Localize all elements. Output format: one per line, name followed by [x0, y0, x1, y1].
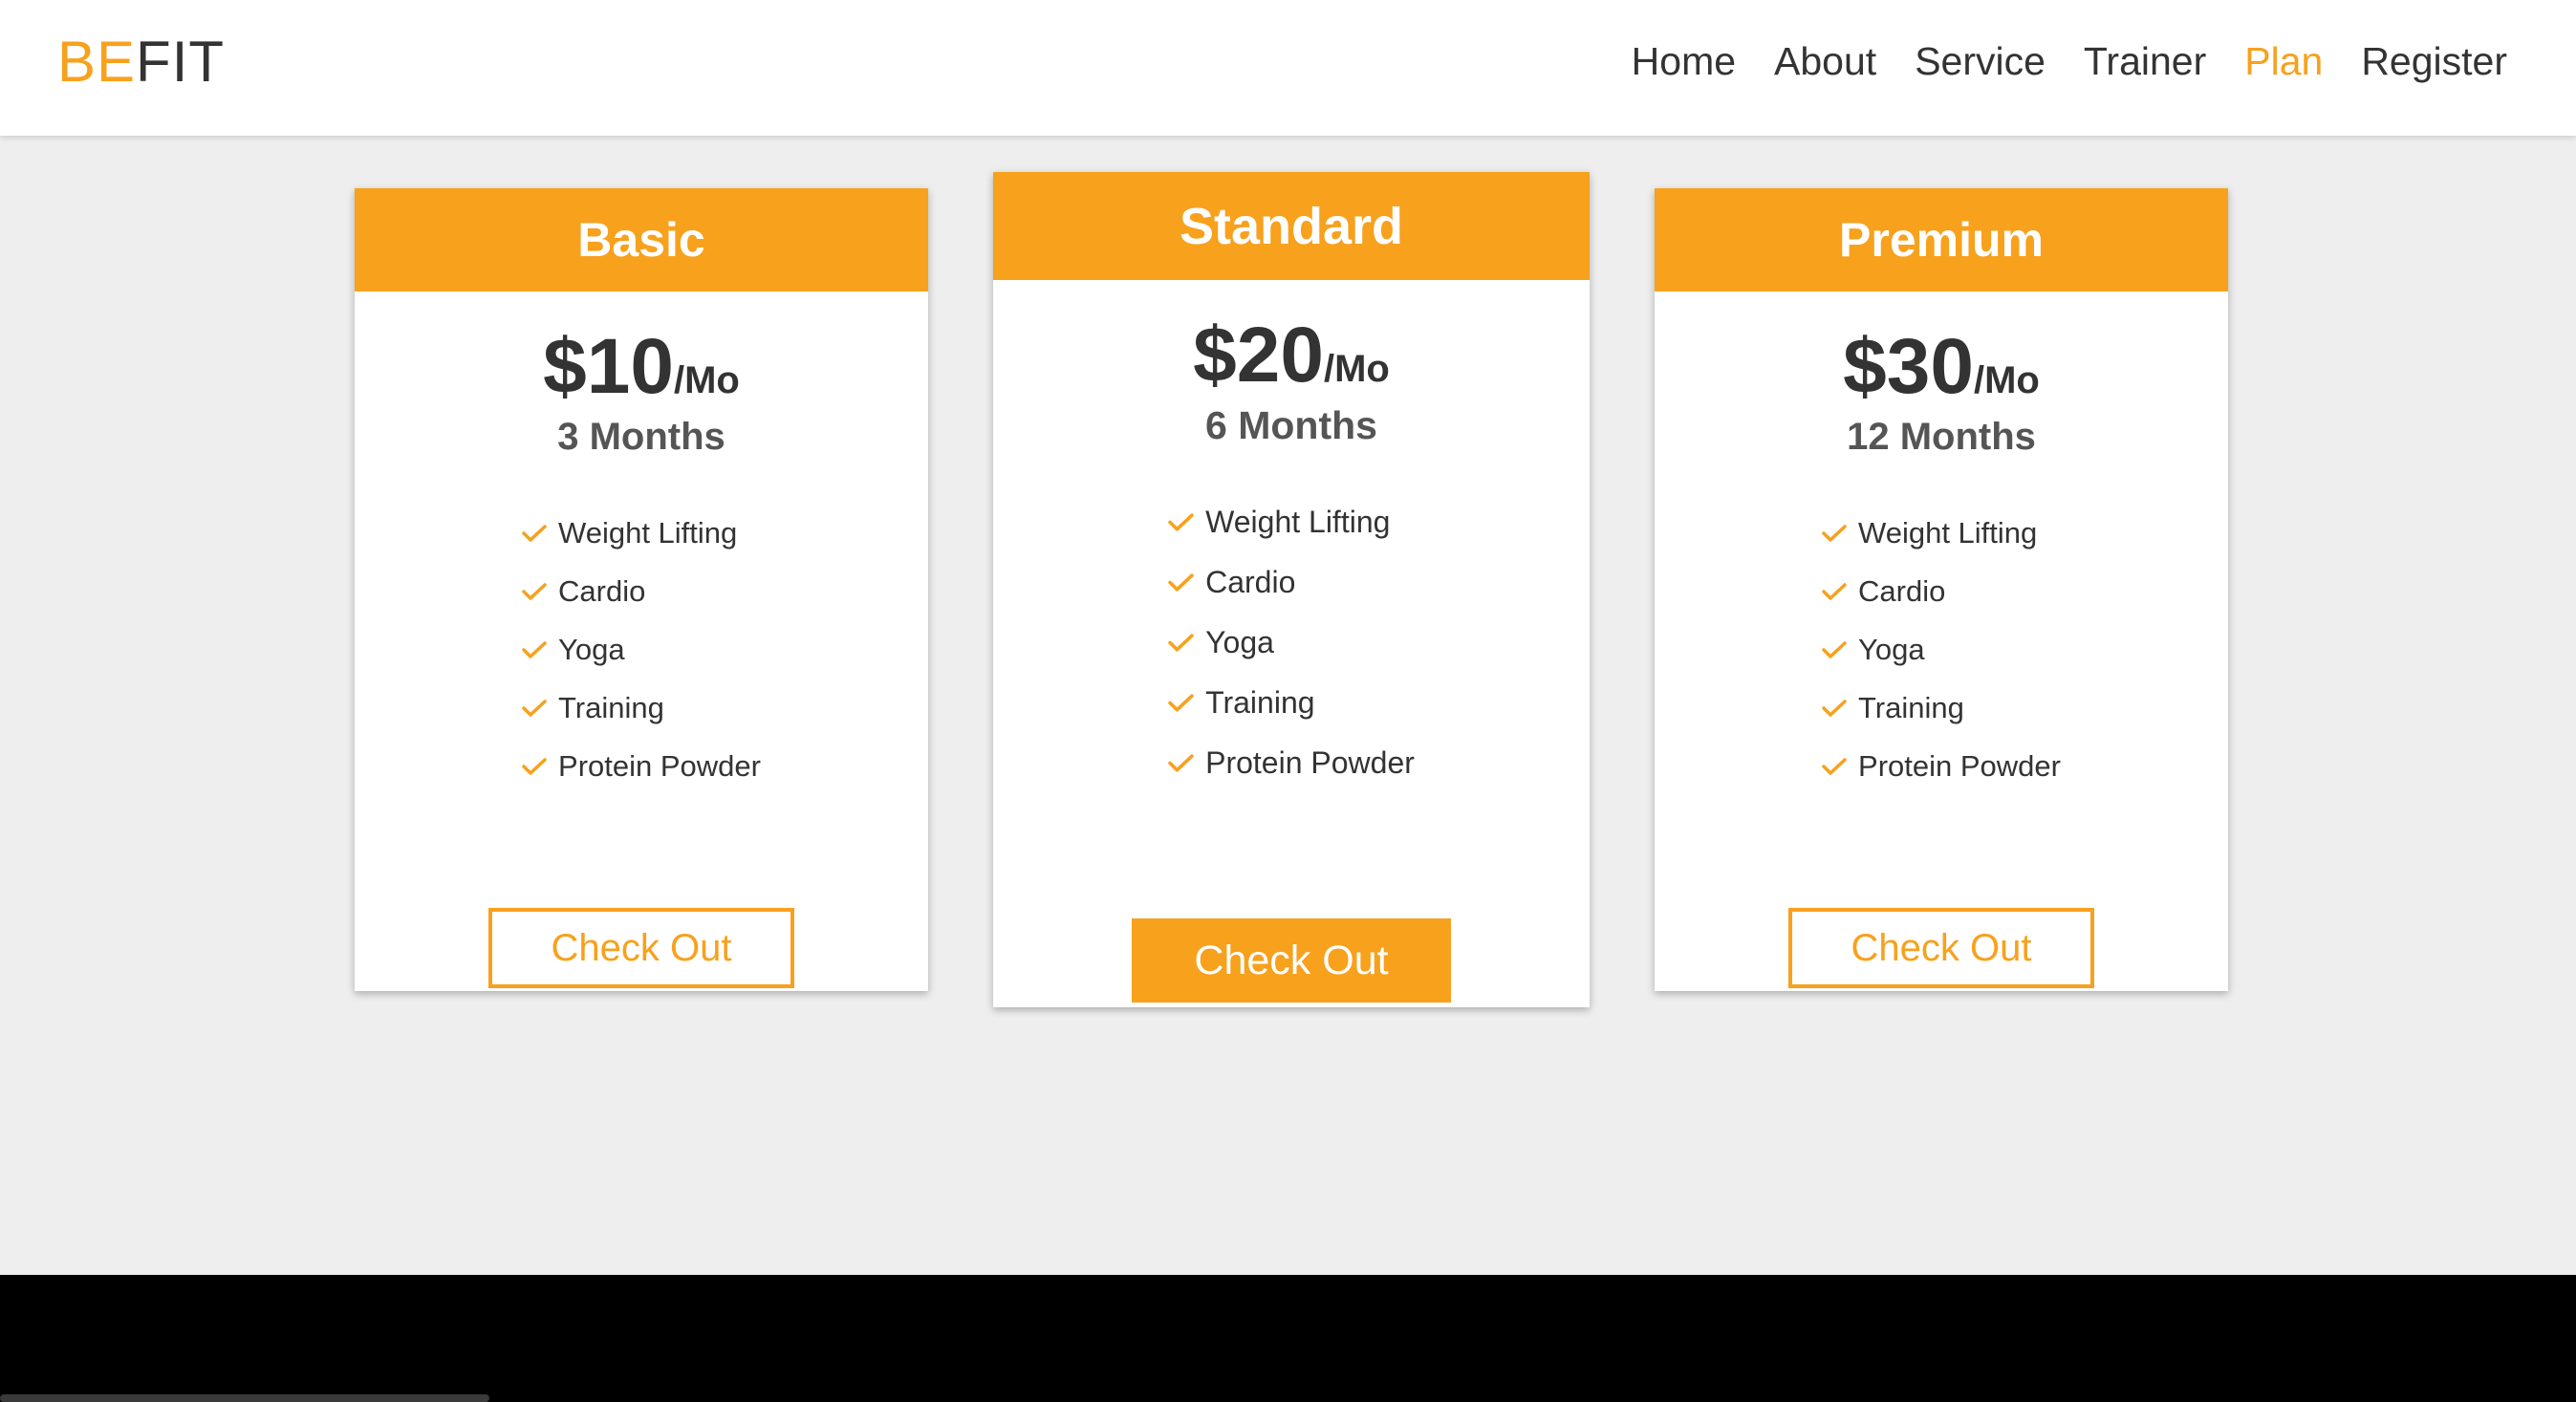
checkout-button-standard[interactable]: Check Out [1132, 918, 1451, 1003]
feature-item: Weight Lifting [1822, 504, 2061, 562]
plan-title: Basic [355, 188, 928, 291]
check-icon [1822, 640, 1847, 659]
check-icon [522, 640, 547, 659]
brand-logo[interactable]: BEFIT [57, 29, 225, 96]
feature-item: Yoga [522, 620, 761, 679]
feature-label: Training [1205, 685, 1315, 720]
feature-item: Cardio [1822, 562, 2061, 620]
price-period: /Mo [1973, 359, 2040, 401]
site-footer [0, 1275, 2576, 1402]
check-icon [522, 524, 547, 543]
feature-list-wrap: Weight Lifting Cardio Yoga Training Prot… [993, 492, 1590, 793]
plan-card-premium: Premium $30 /Mo 12 Months Weight Lifting… [1655, 188, 2228, 991]
check-icon [1168, 512, 1194, 532]
feature-list-wrap: Weight Lifting Cardio Yoga Training Prot… [1655, 504, 2228, 795]
feature-label: Training [1858, 690, 1964, 724]
plan-price: $30 [1843, 323, 1974, 410]
feature-item: Protein Powder [522, 737, 761, 795]
feature-item: Yoga [1168, 613, 1415, 673]
check-icon [1168, 572, 1194, 593]
nav-trainer[interactable]: Trainer [2084, 34, 2206, 88]
site-header: BEFIT Home About Service Trainer Plan Re… [0, 0, 2576, 136]
plan-price: $20 [1193, 312, 1324, 399]
feature-label: Yoga [1858, 632, 1925, 666]
check-icon [1822, 757, 1847, 776]
feature-item: Training [1822, 679, 2061, 737]
feature-item: Protein Powder [1822, 737, 2061, 795]
feature-list-wrap: Weight Lifting Cardio Yoga Training Prot… [355, 504, 928, 795]
pricing-section: Basic $10 /Mo 3 Months Weight Lifting Ca… [0, 136, 2576, 1275]
price-period: /Mo [673, 359, 740, 401]
price-period: /Mo [1323, 348, 1390, 390]
price-line: $30 /Mo [1655, 324, 2228, 410]
plan-title: Premium [1655, 188, 2228, 291]
feature-item: Weight Lifting [1168, 492, 1415, 552]
check-icon [1168, 633, 1194, 653]
plan-duration: 6 Months [1205, 403, 1377, 447]
feature-item: Cardio [1168, 552, 1415, 613]
logo-rest: FIT [136, 30, 226, 94]
check-icon [522, 582, 547, 601]
plan-card-basic: Basic $10 /Mo 3 Months Weight Lifting Ca… [355, 188, 928, 991]
feature-item: Yoga [1822, 620, 2061, 679]
nav-plan[interactable]: Plan [2244, 34, 2323, 88]
check-icon [1822, 582, 1847, 601]
checkout-button-premium[interactable]: Check Out [1788, 908, 2094, 988]
check-icon [1822, 699, 1847, 718]
feature-list: Weight Lifting Cardio Yoga Training Prot… [1168, 492, 1415, 793]
nav-service[interactable]: Service [1915, 34, 2046, 88]
horizontal-scrollbar[interactable] [0, 1394, 489, 1402]
feature-label: Cardio [1858, 573, 1946, 608]
feature-label: Cardio [1205, 565, 1296, 599]
feature-item: Cardio [522, 562, 761, 620]
plan-price: $10 [543, 323, 674, 410]
feature-list: Weight Lifting Cardio Yoga Training Prot… [1822, 504, 2061, 795]
plan-duration: 12 Months [1847, 416, 2036, 458]
feature-label: Protein Powder [1205, 745, 1415, 780]
main-nav: Home About Service Trainer Plan Register [1632, 34, 2507, 88]
feature-label: Yoga [1205, 625, 1274, 659]
checkout-button-basic[interactable]: Check Out [488, 908, 794, 988]
feature-item: Training [1168, 673, 1415, 733]
feature-label: Weight Lifting [558, 515, 738, 550]
feature-label: Protein Powder [558, 748, 761, 783]
feature-label: Protein Powder [1858, 748, 2061, 783]
logo-accent: BE [57, 30, 137, 94]
nav-register[interactable]: Register [2361, 34, 2507, 88]
check-icon [1822, 524, 1847, 543]
check-icon [1168, 753, 1194, 773]
check-icon [1168, 693, 1194, 713]
plan-duration: 3 Months [557, 416, 725, 458]
feature-label: Training [558, 690, 664, 724]
nav-home[interactable]: Home [1632, 34, 1736, 88]
feature-label: Weight Lifting [1205, 505, 1391, 539]
check-icon [522, 757, 547, 776]
feature-label: Yoga [558, 632, 625, 666]
feature-item: Training [522, 679, 761, 737]
plan-card-standard: Standard $20 /Mo 6 Months Weight Lifting… [993, 172, 1590, 1007]
check-icon [522, 699, 547, 718]
nav-about[interactable]: About [1774, 34, 1876, 88]
feature-item: Protein Powder [1168, 733, 1415, 793]
price-line: $10 /Mo [355, 324, 928, 410]
feature-label: Cardio [558, 573, 646, 608]
feature-label: Weight Lifting [1858, 515, 2038, 550]
plan-title: Standard [993, 172, 1590, 280]
feature-list: Weight Lifting Cardio Yoga Training Prot… [522, 504, 761, 795]
feature-item: Weight Lifting [522, 504, 761, 562]
price-line: $20 /Mo [993, 313, 1590, 399]
